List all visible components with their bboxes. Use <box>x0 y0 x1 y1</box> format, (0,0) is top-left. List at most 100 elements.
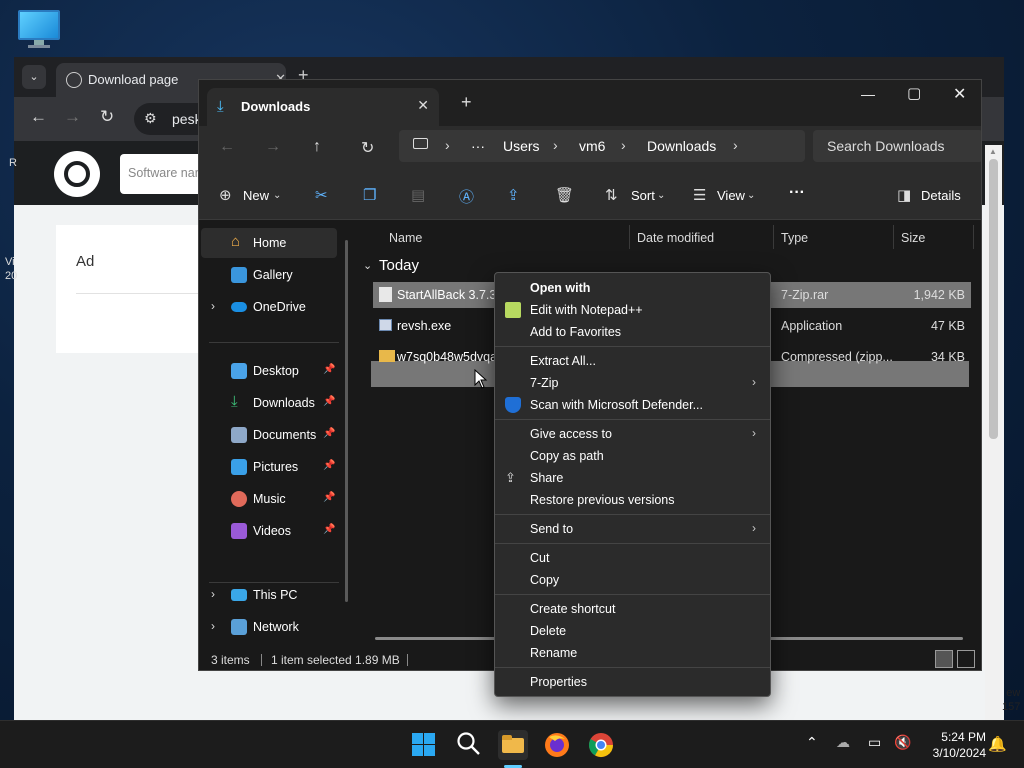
chevron-down-icon[interactable]: ⌄ <box>363 259 372 272</box>
ad-label: Ad <box>76 253 95 270</box>
download-icon: ⤓ <box>217 98 224 115</box>
menu-item-cut[interactable]: Cut <box>499 547 766 569</box>
monitor-icon <box>231 589 247 601</box>
breadcrumb-more[interactable]: ··· <box>471 138 485 154</box>
copy-icon[interactable]: ❐ <box>363 186 376 204</box>
menu-item-properties[interactable]: Properties <box>499 671 766 693</box>
search-input[interactable]: Search Downloads <box>813 130 981 162</box>
volume-muted-icon[interactable]: 🔇 <box>894 734 911 751</box>
menu-item-7zip[interactable]: 7-Zip › <box>499 372 766 394</box>
back-arrow-icon[interactable]: ← <box>30 107 47 127</box>
search-icon[interactable] <box>456 731 484 759</box>
chrome-icon[interactable] <box>587 731 615 759</box>
this-pc-desktop-icon[interactable] <box>18 10 62 50</box>
group-header-today[interactable]: Today <box>379 257 419 274</box>
sort-button[interactable]: Sort <box>631 188 655 203</box>
explorer-new-tab-button[interactable]: + <box>461 92 472 113</box>
rename-icon[interactable]: Ⓐ <box>459 186 474 207</box>
chevron-right-icon[interactable]: › <box>211 299 215 313</box>
file-explorer-taskbar-icon[interactable] <box>498 730 528 760</box>
menu-item-add-favorites[interactable]: Add to Favorites <box>499 321 766 343</box>
pin-icon: 📌 <box>323 396 336 407</box>
documents-icon <box>231 427 247 443</box>
system-tray: ⌃ ☁ ▭ 🔇 <box>800 721 920 768</box>
sidebar-item-pictures[interactable]: Pictures 📌 <box>201 452 337 482</box>
chevron-right-icon[interactable]: › <box>211 587 215 601</box>
music-icon <box>231 491 247 507</box>
menu-item-create-shortcut[interactable]: Create shortcut <box>499 598 766 620</box>
paste-icon[interactable]: ▤ <box>411 186 425 204</box>
browser-scrollbar[interactable]: ▲ <box>985 145 1002 720</box>
tiles-view-toggle[interactable] <box>957 650 975 668</box>
details-view-toggle[interactable] <box>935 650 953 668</box>
menu-item-copy[interactable]: Copy <box>499 569 766 591</box>
network-icon[interactable]: ▭ <box>868 734 881 751</box>
sidebar-item-music[interactable]: Music 📌 <box>201 484 337 514</box>
sidebar-item-onedrive[interactable]: › OneDrive <box>201 292 337 322</box>
menu-item-open-with[interactable]: Open with <box>499 277 766 299</box>
menu-item-share[interactable]: ⇪ Share <box>499 467 766 489</box>
chevron-down-icon: ⌄ <box>657 190 666 201</box>
shield-icon <box>505 397 521 413</box>
chevron-up-icon[interactable]: ⌃ <box>806 734 818 751</box>
site-logo[interactable] <box>54 151 100 197</box>
more-options-button[interactable]: ··· <box>789 184 805 202</box>
menu-item-copy-path[interactable]: Copy as path <box>499 445 766 467</box>
refresh-icon[interactable]: ↻ <box>361 138 374 158</box>
firefox-icon[interactable] <box>543 731 571 759</box>
sidebar-item-home[interactable]: ⌂ Home <box>201 228 337 258</box>
explorer-tab-downloads[interactable]: ⤓ Downloads ✕ <box>207 88 439 126</box>
new-button[interactable]: New <box>243 188 269 203</box>
browser-tab-search-button[interactable]: ⌄ <box>22 65 46 89</box>
sort-icon: ⇅ <box>605 187 618 204</box>
sidebar-item-this-pc[interactable]: › This PC <box>201 580 337 610</box>
minimize-icon[interactable]: — <box>861 86 875 102</box>
sidebar-item-downloads[interactable]: ⤓ Downloads 📌 <box>201 388 337 418</box>
delete-trash-icon[interactable]: 🗑 <box>555 186 574 204</box>
breadcrumb-downloads[interactable]: Downloads <box>647 138 716 154</box>
cut-icon[interactable]: ✂ <box>315 186 328 204</box>
column-header-type[interactable]: Type <box>781 231 808 245</box>
reload-icon[interactable]: ↻ <box>100 107 114 127</box>
menu-item-edit-notepad[interactable]: Edit with Notepad++ <box>499 299 766 321</box>
forward-arrow-icon[interactable]: → <box>265 138 281 156</box>
taskbar-clock[interactable]: 5:24 PM 3/10/2024 <box>922 729 986 761</box>
menu-item-give-access[interactable]: Give access to › <box>499 423 766 445</box>
share-icon[interactable]: ⇪ <box>507 186 520 204</box>
details-button[interactable]: Details <box>921 188 961 203</box>
back-arrow-icon[interactable]: ← <box>219 138 235 156</box>
nav-pane-scrollbar[interactable] <box>345 240 348 602</box>
menu-item-send-to[interactable]: Send to › <box>499 518 766 540</box>
sidebar-item-desktop[interactable]: Desktop 📌 <box>201 356 337 386</box>
close-tab-icon[interactable]: ✕ <box>417 97 429 114</box>
menu-item-extract-all[interactable]: Extract All... <box>499 350 766 372</box>
column-header-name[interactable]: Name <box>389 231 422 245</box>
maximize-icon[interactable]: ▢ <box>907 84 921 102</box>
cloud-offline-icon[interactable]: ☁ <box>836 734 850 751</box>
sidebar-item-network[interactable]: › Network <box>201 612 337 642</box>
sidebar-item-videos[interactable]: Videos 📌 <box>201 516 337 546</box>
menu-item-delete[interactable]: Delete <box>499 620 766 642</box>
menu-item-rename[interactable]: Rename <box>499 642 766 664</box>
menu-item-restore-versions[interactable]: Restore previous versions <box>499 489 766 511</box>
file-size: 47 KB <box>930 319 965 333</box>
mouse-pointer-icon <box>474 369 488 389</box>
breadcrumb-users[interactable]: Users <box>503 138 540 154</box>
breadcrumb[interactable]: › ··· Users › vm6 › Downloads › <box>399 130 805 162</box>
sidebar-item-gallery[interactable]: Gallery <box>201 260 337 290</box>
column-header-size[interactable]: Size <box>901 231 925 245</box>
globe-icon <box>66 72 82 88</box>
up-arrow-icon[interactable]: ↑ <box>313 138 321 156</box>
breadcrumb-vm6[interactable]: vm6 <box>579 138 605 154</box>
view-button[interactable]: View <box>717 188 745 203</box>
forward-arrow-icon[interactable]: → <box>64 107 81 127</box>
site-settings-icon[interactable]: ⚙ <box>144 110 157 127</box>
column-header-date-modified[interactable]: Date modified <box>637 231 714 245</box>
notification-bell-icon[interactable]: 🔔 <box>988 735 1007 753</box>
sidebar-item-documents[interactable]: Documents 📌 <box>201 420 337 450</box>
file-name: revsh.exe <box>397 319 452 333</box>
close-window-icon[interactable]: ✕ <box>953 84 966 104</box>
menu-item-scan-defender[interactable]: Scan with Microsoft Defender... <box>499 394 766 416</box>
start-windows-icon[interactable] <box>410 731 438 759</box>
chevron-right-icon[interactable]: › <box>211 619 215 633</box>
